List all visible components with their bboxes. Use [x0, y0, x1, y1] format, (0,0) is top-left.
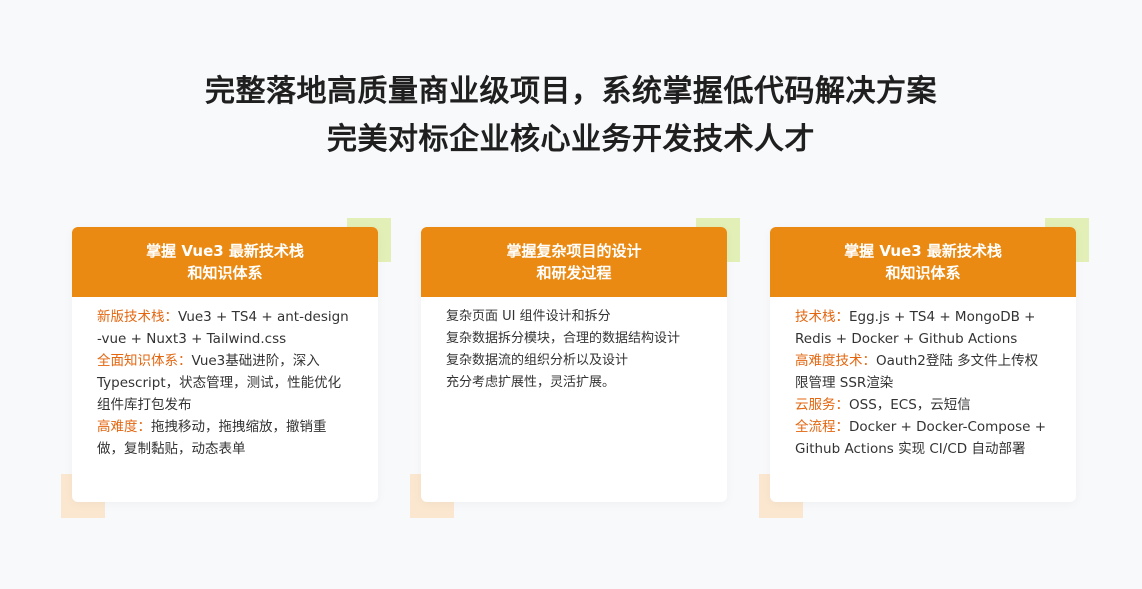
row-label: 高难度：	[97, 419, 151, 435]
card-title-line-1: 掌握 Vue3 最新技术栈	[844, 242, 1002, 260]
row-text: Typescript，状态管理，测试，性能优化	[97, 375, 342, 391]
card-body: 复杂页面 UI 组件设计和拆分 复杂数据拆分模块，合理的数据结构设计 复杂数据流…	[421, 297, 727, 394]
card-header: 掌握 Vue3 最新技术栈 和知识体系	[72, 227, 378, 297]
feature-card: 掌握 Vue3 最新技术栈 和知识体系 新版技术栈：Vue3 + TS4 + a…	[72, 227, 378, 502]
row-text: Redis + Docker + Github Actions	[795, 331, 1018, 347]
card-header: 掌握复杂项目的设计 和研发过程	[421, 227, 727, 297]
card-row: 复杂页面 UI 组件设计和拆分	[446, 309, 611, 324]
row-label: 高难度技术：	[795, 353, 876, 369]
headline-line-2: 完美对标企业核心业务开发技术人才	[327, 122, 815, 157]
card-row: 全流程：Docker + Docker-Compose +	[795, 416, 1056, 438]
headline-line-1: 完整落地高质量商业级项目，系统掌握低代码解决方案	[205, 74, 937, 109]
card-title-line-1: 掌握复杂项目的设计	[506, 242, 642, 260]
feature-card-3-wrapper: 掌握 Vue3 最新技术栈 和知识体系 技术栈：Egg.js + TS4 + M…	[759, 218, 1089, 518]
row-text: Egg.js + TS4 + MongoDB +	[849, 309, 1036, 325]
row-text: Vue3 + TS4 + ant-design	[178, 309, 349, 325]
row-text: Docker + Docker-Compose +	[849, 419, 1047, 435]
card-body: 新版技术栈：Vue3 + TS4 + ant-design -vue + Nux…	[72, 297, 378, 460]
card-row: 组件库打包发布	[97, 394, 358, 416]
row-text: OSS，ECS，云短信	[849, 397, 971, 413]
row-text: 限管理 SSR渲染	[795, 375, 894, 391]
card-title-line-2: 和知识体系	[885, 264, 961, 282]
row-text: Oauth2登陆 多文件上传权	[876, 353, 1039, 369]
card-row: 高难度技术：Oauth2登陆 多文件上传权	[795, 350, 1056, 372]
row-label: 全面知识体系：	[97, 353, 192, 369]
row-text: Github Actions 实现 CI/CD 自动部署	[795, 441, 1026, 457]
card-row: 技术栈：Egg.js + TS4 + MongoDB +	[795, 306, 1056, 328]
card-row: 高难度：拖拽移动，拖拽缩放，撤销重	[97, 416, 358, 438]
feature-card-1-wrapper: 掌握 Vue3 最新技术栈 和知识体系 新版技术栈：Vue3 + TS4 + a…	[61, 218, 391, 518]
row-label: 全流程：	[795, 419, 849, 435]
card-row: Redis + Docker + Github Actions	[795, 328, 1056, 350]
feature-card: 掌握复杂项目的设计 和研发过程 复杂页面 UI 组件设计和拆分 复杂数据拆分模块…	[421, 227, 727, 502]
row-text: -vue + Nuxt3 + Tailwind.css	[97, 331, 287, 347]
row-label: 新版技术栈：	[97, 309, 178, 325]
card-row: 做，复制黏贴，动态表单	[97, 438, 358, 460]
feature-card-2-wrapper: 掌握复杂项目的设计 和研发过程 复杂页面 UI 组件设计和拆分 复杂数据拆分模块…	[410, 218, 740, 518]
card-title-line-2: 和研发过程	[536, 264, 612, 282]
card-row: 复杂数据拆分模块，合理的数据结构设计	[446, 331, 681, 346]
row-text: 做，复制黏贴，动态表单	[97, 441, 246, 457]
feature-card: 掌握 Vue3 最新技术栈 和知识体系 技术栈：Egg.js + TS4 + M…	[770, 227, 1076, 502]
card-row: -vue + Nuxt3 + Tailwind.css	[97, 328, 358, 350]
card-row: 复杂数据流的组织分析以及设计	[446, 353, 629, 368]
card-header: 掌握 Vue3 最新技术栈 和知识体系	[770, 227, 1076, 297]
card-row: Typescript，状态管理，测试，性能优化	[97, 372, 358, 394]
card-row: 充分考虑扩展性，灵活扩展。	[446, 375, 616, 390]
row-label: 云服务：	[795, 397, 849, 413]
card-row: Github Actions 实现 CI/CD 自动部署	[795, 438, 1056, 460]
row-text: 拖拽移动，拖拽缩放，撤销重	[151, 419, 327, 435]
card-row: 新版技术栈：Vue3 + TS4 + ant-design	[97, 306, 358, 328]
card-body: 技术栈：Egg.js + TS4 + MongoDB + Redis + Doc…	[770, 297, 1076, 460]
card-title-line-2: 和知识体系	[187, 264, 263, 282]
card-row: 云服务：OSS，ECS，云短信	[795, 394, 1056, 416]
row-text: Vue3基础进阶，深入	[191, 353, 320, 369]
card-row: 全面知识体系：Vue3基础进阶，深入	[97, 350, 358, 372]
row-label: 技术栈：	[795, 309, 849, 325]
card-title-line-1: 掌握 Vue3 最新技术栈	[146, 242, 304, 260]
row-text: 组件库打包发布	[97, 397, 192, 413]
card-row: 限管理 SSR渲染	[795, 372, 1056, 394]
